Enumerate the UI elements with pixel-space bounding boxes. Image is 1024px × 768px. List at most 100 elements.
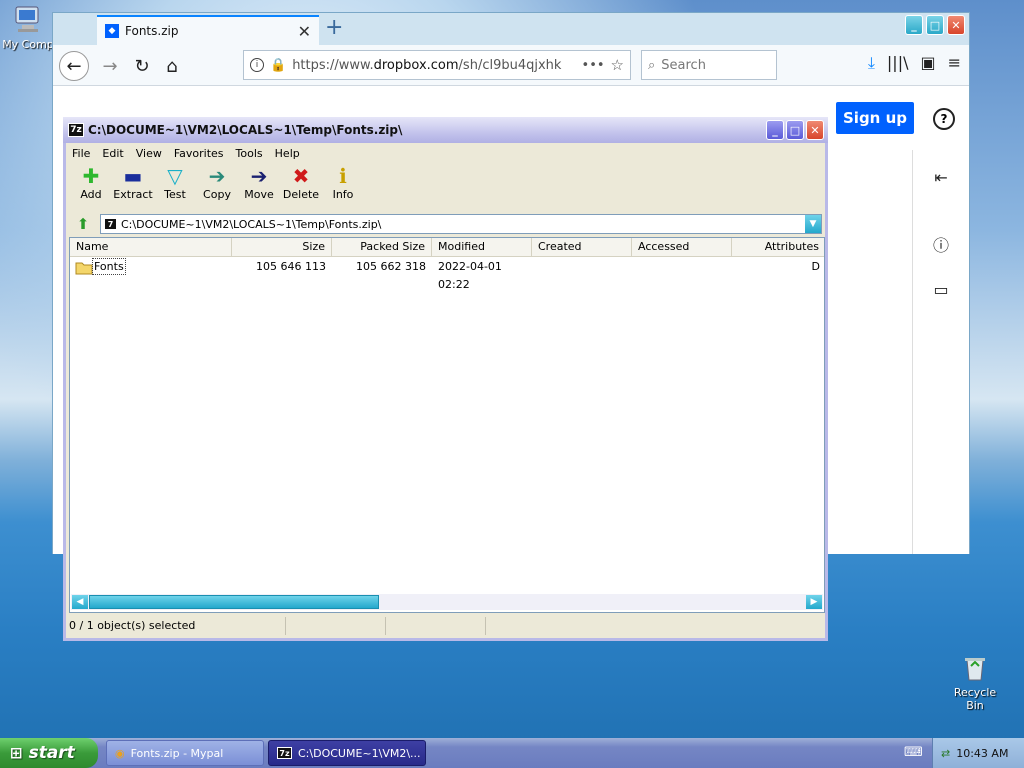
menu-icon[interactable]: ≡: [948, 53, 961, 73]
delete-button[interactable]: ✖ Delete: [280, 164, 322, 210]
7zip-window: 7z C:\DOCUME~1\VM2\LOCALS~1\Temp\Fonts.z…: [63, 117, 828, 641]
url-domain: dropbox.com: [373, 57, 459, 73]
test-button[interactable]: ▽ Test: [154, 164, 196, 210]
side-pane: ⇤ ⓘ ▭: [912, 150, 971, 554]
download-icon[interactable]: ⤓: [868, 53, 875, 73]
browser-icon: ◉: [115, 746, 125, 760]
tab-bar: ◆ Fonts.zip ✕ + _ □ ✕: [53, 13, 969, 45]
recycle-bin-icon: [959, 652, 991, 684]
home-icon[interactable]: ⌂: [157, 51, 187, 81]
taskbar-item-label: C:\DOCUME~1\VM2\...: [298, 746, 421, 760]
info-icon: ℹ: [339, 164, 347, 188]
status-text: 0 / 1 object(s) selected: [66, 617, 286, 635]
add-button[interactable]: ✚ Add: [70, 164, 112, 210]
comment-icon[interactable]: ▭: [931, 280, 951, 299]
start-label: start: [28, 743, 75, 763]
address-path: C:\DOCUME~1\VM2\LOCALS~1\Temp\Fonts.zip\: [121, 217, 382, 231]
desktop-icon-recycle-bin[interactable]: Recycle Bin: [944, 652, 1006, 712]
search-input[interactable]: ⌕ Search: [641, 50, 777, 80]
table-row[interactable]: Fonts 105 646 113 105 662 318 2022-04-01…: [70, 258, 824, 291]
row-accessed: [632, 258, 732, 276]
column-size[interactable]: Size: [232, 238, 332, 256]
taskbar-item-mypal[interactable]: ◉ Fonts.zip - Mypal: [106, 740, 264, 766]
close-button[interactable]: ✕: [947, 15, 965, 35]
network-icon[interactable]: ⇄: [941, 747, 950, 760]
7zip-logo-icon: 7z: [68, 123, 84, 137]
delete-x-icon: ✖: [292, 164, 310, 188]
file-list[interactable]: Name Size Packed Size Modified Created A…: [69, 237, 825, 613]
up-folder-icon[interactable]: ⬆: [70, 214, 96, 234]
scroll-thumb[interactable]: [89, 595, 379, 609]
scroll-left-icon[interactable]: ◀: [72, 595, 88, 609]
menu-bar: File Edit View Favorites Tools Help: [66, 143, 825, 163]
help-icon[interactable]: ?: [933, 108, 955, 130]
column-accessed[interactable]: Accessed: [632, 238, 732, 256]
column-created[interactable]: Created: [532, 238, 632, 256]
reload-icon[interactable]: ↻: [127, 51, 157, 81]
taskbar-item-7zip[interactable]: 7z C:\DOCUME~1\VM2\...: [268, 740, 426, 766]
move-button[interactable]: ➔ Move: [238, 164, 280, 210]
copy-arrow-icon: ➔: [208, 164, 226, 188]
desktop-icon-label: Recycle Bin: [953, 686, 997, 712]
sidebar-icon[interactable]: ▣: [920, 53, 935, 73]
address-bar: ⬆ 7 C:\DOCUME~1\VM2\LOCALS~1\Temp\Fonts.…: [70, 214, 822, 236]
computer-icon: [12, 4, 44, 36]
minimize-button[interactable]: _: [766, 120, 784, 140]
row-modified: 2022-04-01 02:22: [438, 260, 502, 291]
lock-icon: 🔒: [270, 57, 287, 73]
archive-icon: 7: [104, 218, 117, 230]
horizontal-scrollbar[interactable]: ◀ ▶: [71, 594, 823, 610]
clock[interactable]: 10:43 AM: [956, 747, 1008, 760]
close-tab-icon[interactable]: ✕: [298, 22, 311, 41]
check-icon: ▽: [167, 164, 183, 188]
column-name[interactable]: Name: [70, 238, 232, 256]
sign-up-button[interactable]: Sign up: [836, 102, 914, 134]
column-modified[interactable]: Modified: [432, 238, 532, 256]
copy-button[interactable]: ➔ Copy: [196, 164, 238, 210]
7zip-logo-icon: 7z: [277, 747, 292, 759]
title-bar[interactable]: 7z C:\DOCUME~1\VM2\LOCALS~1\Temp\Fonts.z…: [63, 117, 828, 143]
search-placeholder: Search: [661, 57, 706, 73]
toolbar: ✚ Add ▬ Extract ▽ Test ➔ Copy ➔ Move ✖ Delete …: [66, 164, 829, 210]
back-icon[interactable]: ←: [59, 51, 89, 81]
minimize-button[interactable]: _: [905, 15, 923, 35]
minus-icon: ▬: [123, 164, 143, 188]
new-tab-icon[interactable]: +: [325, 15, 343, 40]
url-bar[interactable]: i 🔒 https://www.dropbox.com/sh/cl9bu4qjx…: [243, 50, 631, 80]
menu-tools[interactable]: Tools: [230, 147, 269, 160]
forward-icon[interactable]: →: [95, 51, 125, 81]
close-button[interactable]: ✕: [806, 120, 824, 140]
address-dropdown-icon[interactable]: ▼: [805, 215, 821, 233]
extract-button[interactable]: ▬ Extract: [112, 164, 154, 210]
more-actions-icon[interactable]: •••: [582, 58, 605, 73]
collapse-left-icon[interactable]: ⇤: [931, 168, 951, 187]
menu-view[interactable]: View: [130, 147, 168, 160]
tab-fonts-zip[interactable]: ◆ Fonts.zip ✕: [97, 15, 319, 45]
column-packed-size[interactable]: Packed Size: [332, 238, 432, 256]
bookmark-star-icon[interactable]: ☆: [611, 56, 624, 74]
desktop-icon-label: My Comp: [2, 38, 54, 51]
maximize-button[interactable]: □: [786, 120, 804, 140]
menu-favorites[interactable]: Favorites: [168, 147, 230, 160]
keyboard-icon[interactable]: ⌨: [904, 745, 923, 760]
column-attributes[interactable]: Attributes: [732, 238, 824, 256]
info-button[interactable]: ℹ Info: [322, 164, 364, 210]
menu-edit[interactable]: Edit: [96, 147, 129, 160]
address-input[interactable]: 7 C:\DOCUME~1\VM2\LOCALS~1\Temp\Fonts.zi…: [100, 214, 822, 234]
window-title: C:\DOCUME~1\VM2\LOCALS~1\Temp\Fonts.zip\: [88, 123, 403, 137]
info-icon[interactable]: i: [250, 58, 264, 72]
start-button[interactable]: ⊞ start: [0, 738, 98, 768]
row-size: 105 646 113: [256, 260, 326, 273]
row-name: Fonts: [92, 258, 126, 275]
menu-file[interactable]: File: [66, 147, 96, 160]
library-icon[interactable]: |||\: [887, 53, 909, 73]
status-bar: 0 / 1 object(s) selected: [66, 617, 825, 637]
taskbar: ⊞ start ◉ Fonts.zip - Mypal 7z C:\DOCUME…: [0, 738, 1024, 768]
tab-title: Fonts.zip: [125, 24, 179, 38]
scroll-right-icon[interactable]: ▶: [806, 595, 822, 609]
maximize-button[interactable]: □: [926, 15, 944, 35]
status-panel-3: [386, 617, 486, 635]
info-circle-icon[interactable]: ⓘ: [931, 232, 951, 256]
menu-help[interactable]: Help: [269, 147, 306, 160]
desktop-icon-my-computer[interactable]: My Comp: [2, 4, 54, 51]
